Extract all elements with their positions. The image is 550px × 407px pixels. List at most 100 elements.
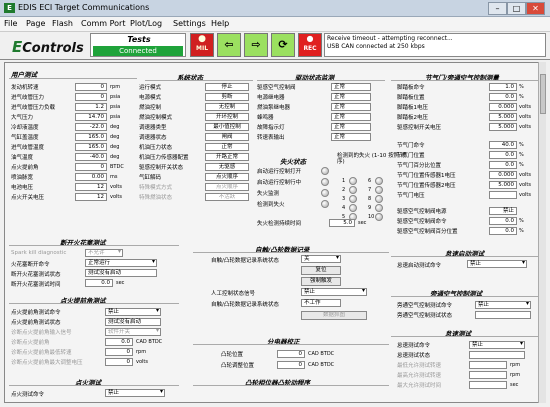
unit-label: %: [519, 152, 524, 158]
reset-button[interactable]: 复位: [301, 266, 341, 275]
misfire-indicator: [321, 200, 329, 208]
capture-button[interactable]: 数据抓图: [301, 311, 367, 320]
user-test-label: 冷却液温度: [11, 125, 39, 131]
bypass-test-label: 旁通空气控制测试命令: [397, 303, 453, 309]
refresh-button[interactable]: ⟳: [271, 33, 295, 57]
cylinder-misfire-indicator: [375, 177, 383, 185]
arrow-right-icon: ⇨: [251, 38, 261, 51]
fuel-test-value: [469, 351, 525, 359]
drive-monitor-label: 故障指示灯: [257, 125, 285, 131]
system-status-label: 燃油控制模式: [139, 115, 173, 121]
drive-monitor-value: 正常: [331, 133, 371, 141]
user-test-value: 165.0: [75, 143, 107, 151]
system-status-label: 运行模式: [139, 85, 162, 91]
auto-record-mode-select[interactable]: 关: [301, 255, 341, 263]
spark-kill-enable-select[interactable]: 正常运行: [85, 259, 157, 267]
unit-label: volts: [110, 184, 122, 190]
fuel-test-value[interactable]: 禁止: [469, 341, 525, 349]
unit-label: CAD BTDC: [308, 351, 335, 357]
misfire-title: 失火状态: [280, 158, 306, 166]
throttle-label: 驱感空气控制阀电源: [397, 209, 447, 215]
menu-plot-log[interactable]: Plot/Log: [130, 19, 162, 28]
maximize-button[interactable]: □: [507, 2, 526, 15]
injector-test-select[interactable]: 禁止: [105, 389, 165, 397]
throttle-label: 节气门百分比位置: [397, 163, 442, 169]
drive-monitor-value: 正常: [331, 103, 371, 111]
unit-label: CAD BTDC: [136, 339, 163, 345]
unit-label: psia: [110, 114, 121, 120]
scroll-thumb[interactable]: [540, 74, 546, 114]
unit-label: BTDC: [110, 164, 124, 170]
connection-status: Connected: [93, 46, 183, 56]
cylinder-number: 6: [368, 178, 372, 184]
minimize-button[interactable]: –: [488, 2, 507, 15]
spark-advance-value: 测试没有启动: [105, 318, 161, 326]
forward-button[interactable]: ⇨: [244, 33, 268, 57]
unit-label: rpm: [110, 84, 121, 90]
back-button[interactable]: ⇦: [217, 33, 241, 57]
fuel-test-label: 怠速测试命令: [397, 343, 431, 349]
main-panel: 用户测试 发动机转速 0 rpm 进气歧管压力 0 psia 进气歧管压力负载 1.2 psia…: [4, 62, 546, 403]
idle-test-select[interactable]: 禁止: [467, 260, 527, 268]
force-trigger-button[interactable]: 强制触发: [301, 277, 341, 286]
auto-record-status-label: 自触/凸轮数据记录系统状态: [211, 302, 279, 308]
menu-flash[interactable]: Flash: [52, 19, 73, 28]
cylinder-misfire-indicator: [375, 213, 383, 221]
throttle-label: 脚踏板命令: [397, 85, 425, 91]
system-status-label: 机油压力状态: [139, 145, 173, 151]
cam-test-value: 0: [277, 350, 305, 358]
drive-monitor-value: 正常: [331, 83, 371, 91]
misfire-indicator: [321, 189, 329, 197]
spark-advance-value[interactable]: 软件开关: [105, 328, 161, 336]
throttle-label: 节气门电压: [397, 193, 425, 199]
unit-label: volts: [136, 359, 148, 365]
menu-page[interactable]: Page: [26, 19, 45, 28]
controls-logo: EControls: [12, 38, 84, 56]
drive-monitor-label: 驱感空气控制阀: [257, 85, 296, 91]
unit-label: %: [519, 94, 524, 100]
drive-monitor-label: 蜂鸣器: [257, 115, 274, 121]
unit-label: rpm: [136, 349, 147, 355]
close-button[interactable]: ✕: [526, 2, 545, 15]
cylinder-misfire-indicator: [349, 177, 357, 185]
menu-settings[interactable]: Settings: [173, 19, 206, 28]
cam-test-label: 凸轮调整位置: [221, 363, 255, 369]
bypass-test-value[interactable]: 禁止: [475, 301, 531, 309]
system-status-label: 电源模式: [139, 95, 162, 101]
unit-label: deg: [110, 154, 120, 160]
system-status-label: 特殊燃油状态: [139, 195, 173, 201]
system-status-value: 最小值控制: [205, 123, 249, 131]
fuel-test-label: 最大允许测试时间: [397, 383, 442, 389]
system-status-label: 特殊模式方式: [139, 185, 173, 191]
rec-button[interactable]: ● REC: [298, 33, 322, 57]
unit-label: deg: [110, 124, 120, 130]
spark-advance-value[interactable]: 禁止: [105, 308, 161, 316]
spark-kill-time-label: 断开火花塞测试时间: [11, 282, 61, 288]
unit-label: sec: [510, 382, 519, 388]
auto-record-manual-select[interactable]: 禁止: [301, 288, 367, 296]
drive-monitor-value: 正常: [331, 123, 371, 131]
user-test-value: -22.0: [75, 123, 107, 131]
menu-file[interactable]: File: [4, 19, 17, 28]
cylinder-misfire-indicator: [349, 186, 357, 194]
unit-label: volts: [519, 124, 531, 130]
user-test-label: 喷油脉宽: [11, 175, 34, 181]
system-status-label: 驱感控制开关状态: [139, 165, 184, 171]
menu-help[interactable]: Help: [211, 19, 229, 28]
fuel-test-label: 最高允许测试转速: [397, 373, 442, 379]
title-bar: E EDIS ECI Target Communications – □ ✕: [0, 0, 550, 17]
misfire-indicator: [321, 178, 329, 186]
spark-kill-diag-select[interactable]: 不允许: [85, 249, 123, 257]
message-log: Receive timeout - attempting reconnect..…: [324, 33, 546, 57]
spark-kill-time-value: 0.0: [85, 279, 113, 287]
mil-lamp-icon: ●: [198, 34, 206, 44]
vertical-scrollbar[interactable]: [538, 62, 546, 403]
message-line: Receive timeout - attempting reconnect..…: [327, 35, 453, 42]
cylinder-number: 2: [342, 187, 346, 193]
menu-comm-port[interactable]: Comm Port: [81, 19, 125, 28]
cylinder-number: 10: [368, 214, 375, 220]
throttle-label: 脚踏板2电压: [397, 115, 428, 121]
mil-button[interactable]: ● MIL: [190, 33, 214, 57]
user-test-label: 点火开关电压: [11, 195, 45, 201]
cylinder-number: 9: [368, 205, 372, 211]
